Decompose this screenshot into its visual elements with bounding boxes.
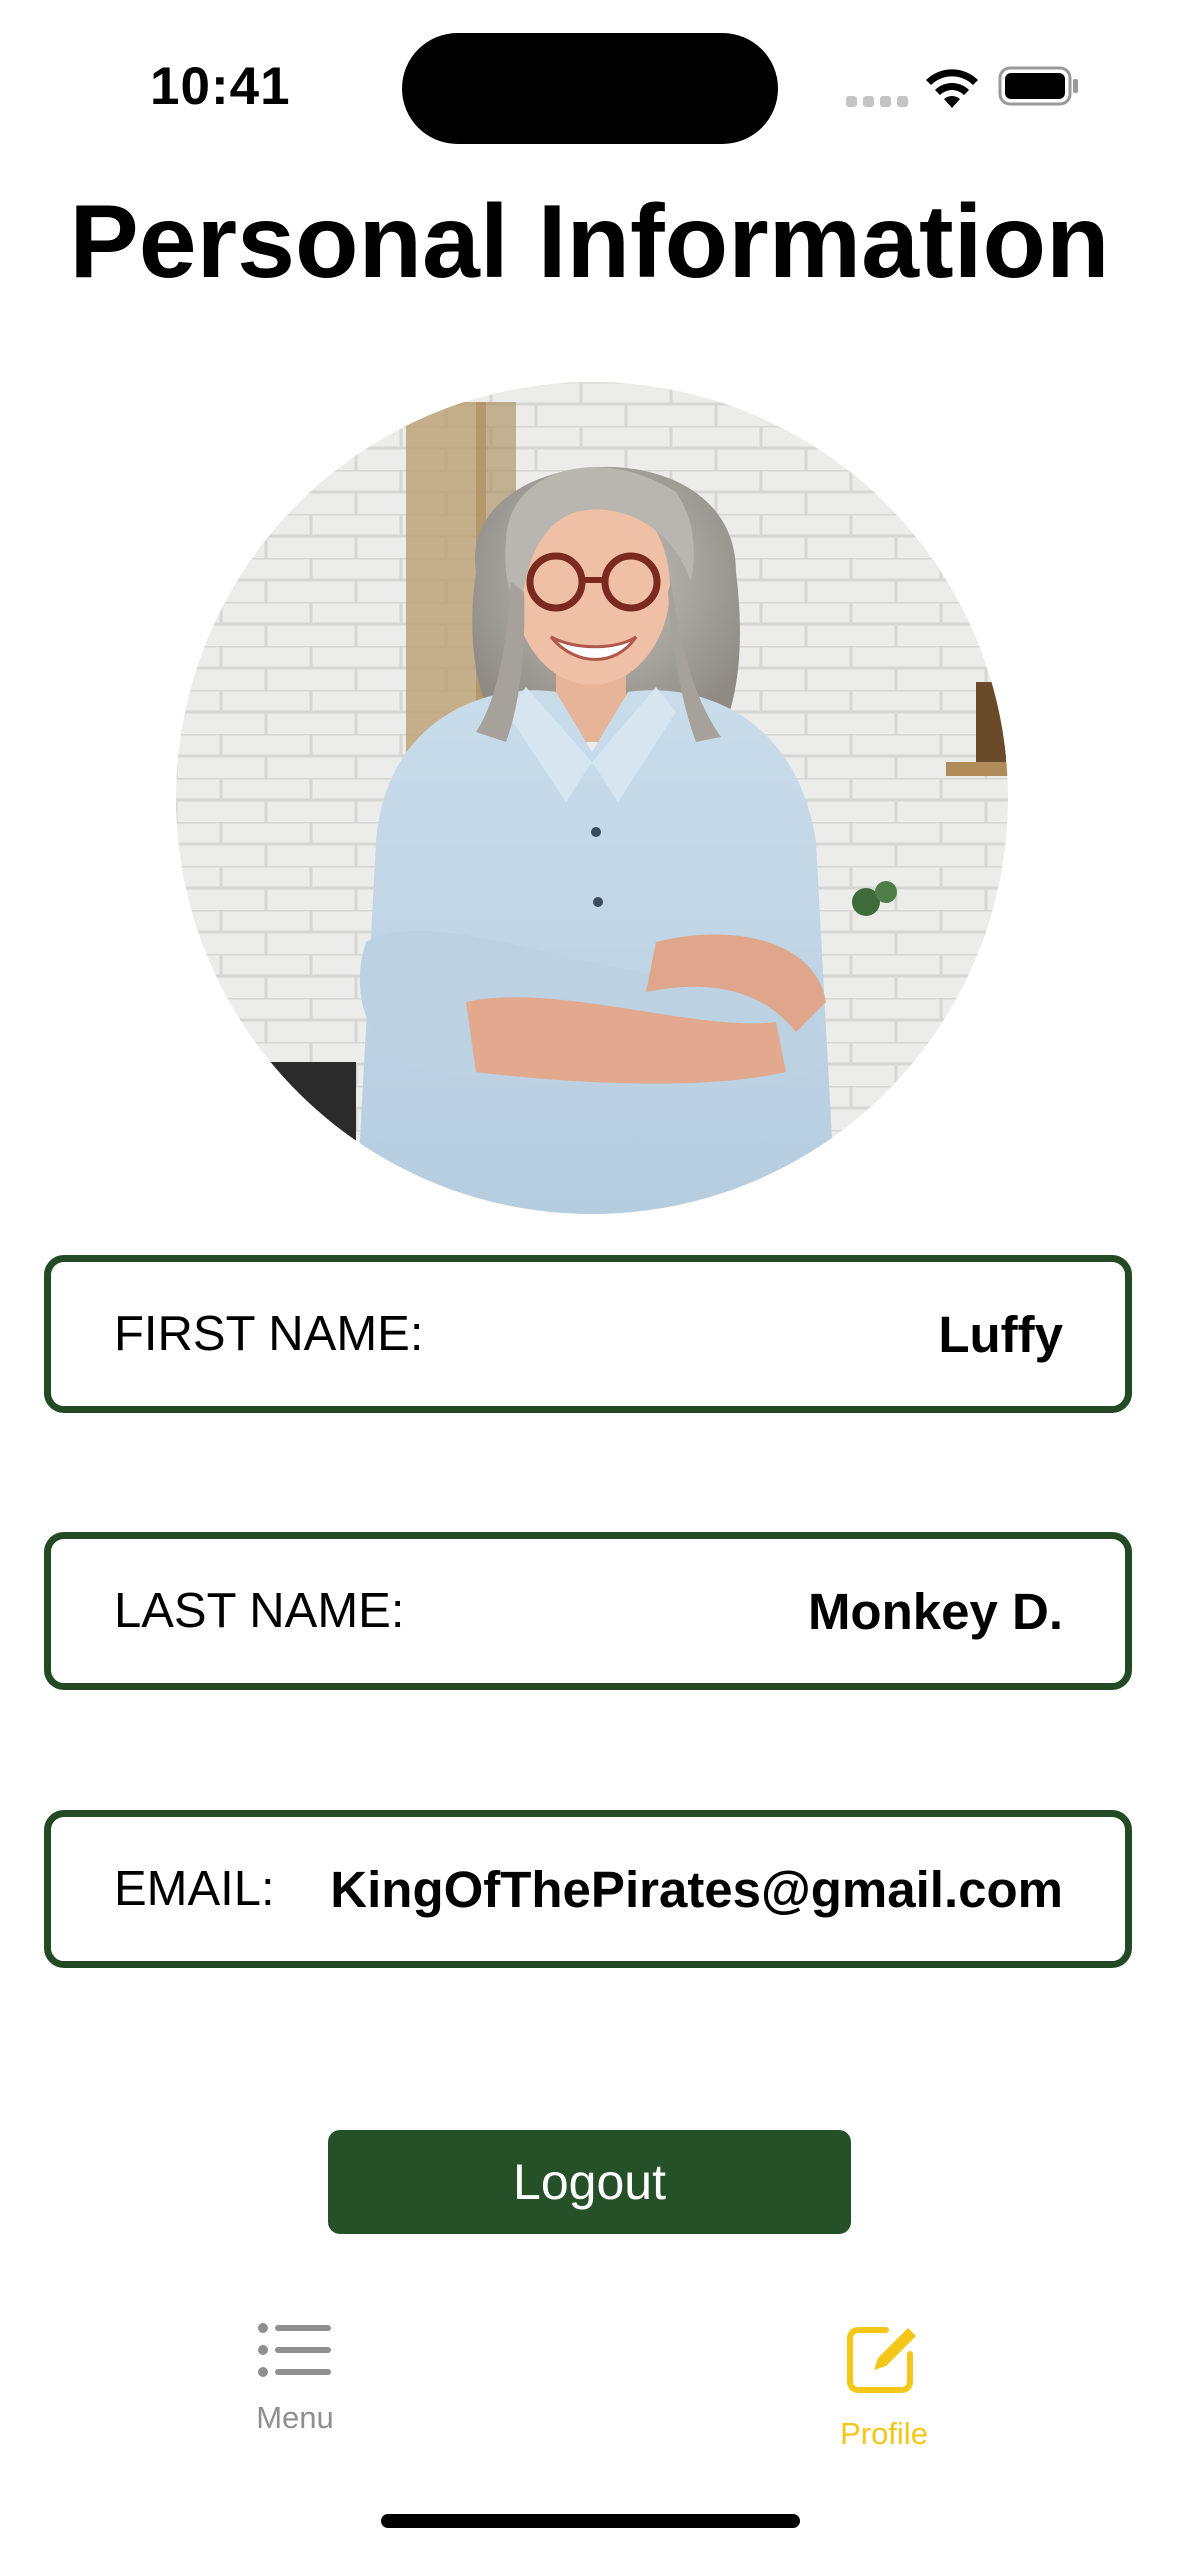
dynamic-island — [402, 33, 778, 144]
logout-button[interactable]: Logout — [328, 2130, 851, 2234]
last-name-label: LAST NAME: — [114, 1584, 405, 1638]
first-name-value: Luffy — [938, 1305, 1063, 1363]
home-indicator — [381, 2514, 800, 2528]
tab-profile-label: Profile — [840, 2416, 928, 2451]
status-time: 10:41 — [150, 57, 291, 116]
page-title: Personal Information — [69, 184, 1110, 300]
tab-menu-label: Menu — [256, 2400, 334, 2435]
email-label: EMAIL: — [114, 1862, 275, 1916]
list-icon — [258, 2323, 331, 2377]
profile-avatar — [176, 382, 1008, 1214]
wifi-icon — [926, 69, 978, 108]
first-name-label: FIRST NAME: — [114, 1307, 424, 1361]
last-name-value: Monkey D. — [807, 1582, 1063, 1640]
email-value: KingOfThePirates@gmail.com — [330, 1860, 1063, 1918]
tab-menu[interactable]: Menu — [145, 2322, 445, 2436]
last-name-row: LAST NAME: Monkey D. — [44, 1532, 1132, 1690]
battery-icon — [998, 66, 1078, 106]
email-row: EMAIL: KingOfThePirates@gmail.com — [44, 1810, 1132, 1968]
edit-square-icon — [847, 2327, 916, 2393]
cellular-signal-icon — [846, 96, 908, 107]
first-name-row: FIRST NAME: Luffy — [44, 1255, 1132, 1413]
tab-profile[interactable]: Profile — [734, 2322, 1034, 2452]
status-bar: 10:41 — [0, 0, 1179, 180]
